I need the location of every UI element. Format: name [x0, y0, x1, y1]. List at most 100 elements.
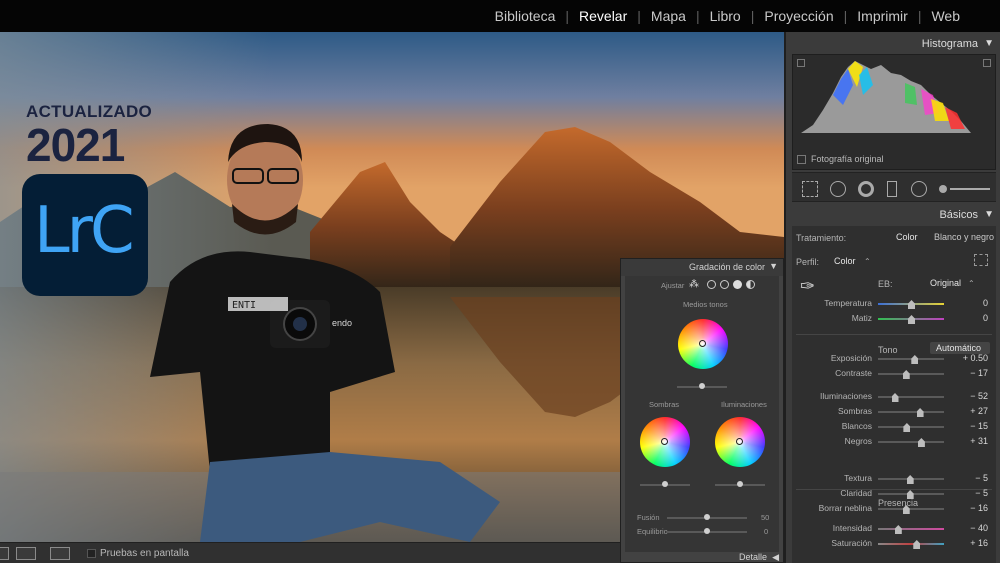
slider-thumb[interactable] [917, 438, 925, 447]
slider-thumb[interactable] [908, 315, 915, 324]
slider-track[interactable] [878, 543, 944, 545]
slider-value[interactable]: + 0.50 [952, 353, 988, 363]
slider-label: Iluminaciones [820, 391, 872, 401]
color-grading-header[interactable]: Gradación de color ▼ [621, 259, 783, 276]
slider-value[interactable]: − 17 [952, 368, 988, 378]
treatment-color-option[interactable]: Color [896, 232, 918, 242]
before-after-icon[interactable] [16, 547, 36, 560]
slider-value[interactable]: − 5 [952, 488, 988, 498]
wb-value[interactable]: Original [930, 278, 961, 288]
slider-thumb[interactable] [913, 540, 921, 549]
slider-value[interactable]: 0 [952, 313, 988, 323]
slider-track[interactable] [878, 373, 944, 375]
flag-icon[interactable] [50, 547, 70, 560]
eyedropper-icon[interactable]: ✑ [800, 276, 815, 297]
slider-label: Claridad [840, 488, 872, 498]
slider-thumb[interactable] [737, 481, 743, 487]
slider-track[interactable] [878, 396, 944, 398]
wb-label: EB: [878, 279, 893, 289]
slider-thumb[interactable] [699, 383, 705, 389]
slider-value[interactable]: − 52 [952, 391, 988, 401]
midtones-wheel-handle[interactable] [699, 340, 706, 347]
slider-track[interactable] [878, 411, 944, 413]
slider-thumb[interactable] [908, 300, 915, 309]
original-photo-checkbox[interactable] [797, 155, 806, 164]
slider-value[interactable]: + 27 [952, 406, 988, 416]
auto-tone-label: Automático [936, 343, 982, 353]
slider-value[interactable]: − 40 [952, 523, 988, 533]
slider-track[interactable] [878, 508, 944, 510]
radial-filter-icon[interactable] [911, 181, 927, 197]
spot-removal-icon[interactable] [830, 181, 846, 197]
shadows-mode-icon[interactable] [707, 280, 716, 289]
soft-proofing-checkbox[interactable] [87, 549, 96, 558]
slider-thumb[interactable] [662, 481, 668, 487]
module-mapa[interactable]: Mapa [641, 8, 696, 24]
graduated-filter-icon[interactable] [887, 181, 897, 197]
adjust-label: Ajustar [661, 281, 685, 290]
module-web[interactable]: Web [921, 8, 970, 24]
highlights-mode-icon[interactable] [733, 280, 742, 289]
slider-track[interactable] [878, 441, 944, 443]
slider-thumb[interactable] [704, 528, 710, 534]
slider-value[interactable]: + 31 [952, 436, 988, 446]
slider-label: Negros [844, 436, 872, 446]
slider-thumb[interactable] [903, 423, 911, 432]
slider-thumb[interactable] [916, 408, 924, 417]
histogram-header[interactable]: Histograma ▼ [786, 34, 1000, 54]
red-eye-icon[interactable] [858, 181, 874, 197]
adjustment-brush-icon[interactable] [939, 185, 947, 193]
basic-header[interactable]: Básicos ▼ [786, 205, 1000, 225]
slider-thumb[interactable] [902, 370, 910, 379]
highlights-wheel-handle[interactable] [736, 438, 743, 445]
treatment-bw-option[interactable]: Blanco y negro [934, 232, 994, 242]
profile-value[interactable]: Color [834, 256, 856, 266]
slider-label: Sombras [837, 406, 872, 416]
histogram[interactable]: Fotografía original [792, 54, 996, 170]
slider-value[interactable]: 0 [952, 298, 988, 308]
balance-value: 0 [764, 527, 769, 536]
slider-thumb[interactable] [894, 525, 902, 534]
midtones-mode-icon[interactable] [720, 280, 729, 289]
lightroom-classic-logo: LrC [22, 174, 148, 296]
slider-thumb[interactable] [906, 475, 914, 484]
chevron-down-icon[interactable]: ⌃ [864, 257, 871, 266]
histogram-graph [801, 61, 971, 133]
collapse-arrow-icon[interactable]: ▼ [769, 261, 778, 271]
slider-thumb[interactable] [911, 355, 919, 364]
slider-thumb[interactable] [704, 514, 710, 520]
slider-value[interactable]: − 5 [952, 473, 988, 483]
shadows-wheel-handle[interactable] [661, 438, 668, 445]
slider-track[interactable] [878, 528, 944, 530]
expand-arrow-icon[interactable]: ◀ [772, 552, 779, 563]
tone-label: Tono [878, 345, 898, 355]
badge-year: 2021 [26, 119, 125, 171]
slider-thumb[interactable] [906, 490, 914, 499]
module-revelar[interactable]: Revelar [569, 8, 637, 24]
global-mode-icon[interactable] [746, 280, 755, 289]
three-way-icon[interactable]: ⁂ [689, 279, 699, 290]
module-libro[interactable]: Libro [700, 8, 751, 24]
treatment-label: Tratamiento: [796, 233, 847, 243]
module-biblioteca[interactable]: Biblioteca [485, 8, 566, 24]
slider-value[interactable]: − 15 [952, 421, 988, 431]
detail-section-header[interactable]: Detalle ◀ [621, 552, 783, 563]
crop-icon[interactable] [802, 181, 818, 197]
slider-label: Intensidad [832, 523, 872, 533]
collapse-arrow-icon[interactable]: ▼ [984, 38, 994, 49]
slider-track[interactable] [878, 426, 944, 428]
slider-thumb[interactable] [891, 393, 899, 402]
collapse-arrow-icon[interactable]: ▼ [984, 209, 994, 220]
basic-title: Básicos [939, 209, 978, 221]
soft-proofing-label: Pruebas en pantalla [100, 548, 189, 559]
slider-track[interactable] [878, 358, 944, 360]
module-proyeccion[interactable]: Proyección [754, 8, 843, 24]
module-imprimir[interactable]: Imprimir [847, 8, 918, 24]
loupe-view-icon[interactable] [0, 547, 9, 560]
slider-value[interactable]: − 16 [952, 503, 988, 513]
slider-label: Blancos [841, 421, 872, 431]
slider-value[interactable]: + 16 [952, 538, 988, 548]
brush-slider[interactable] [950, 188, 990, 190]
profile-browser-icon[interactable] [974, 254, 988, 266]
chevron-down-icon[interactable]: ⌃ [968, 279, 975, 288]
